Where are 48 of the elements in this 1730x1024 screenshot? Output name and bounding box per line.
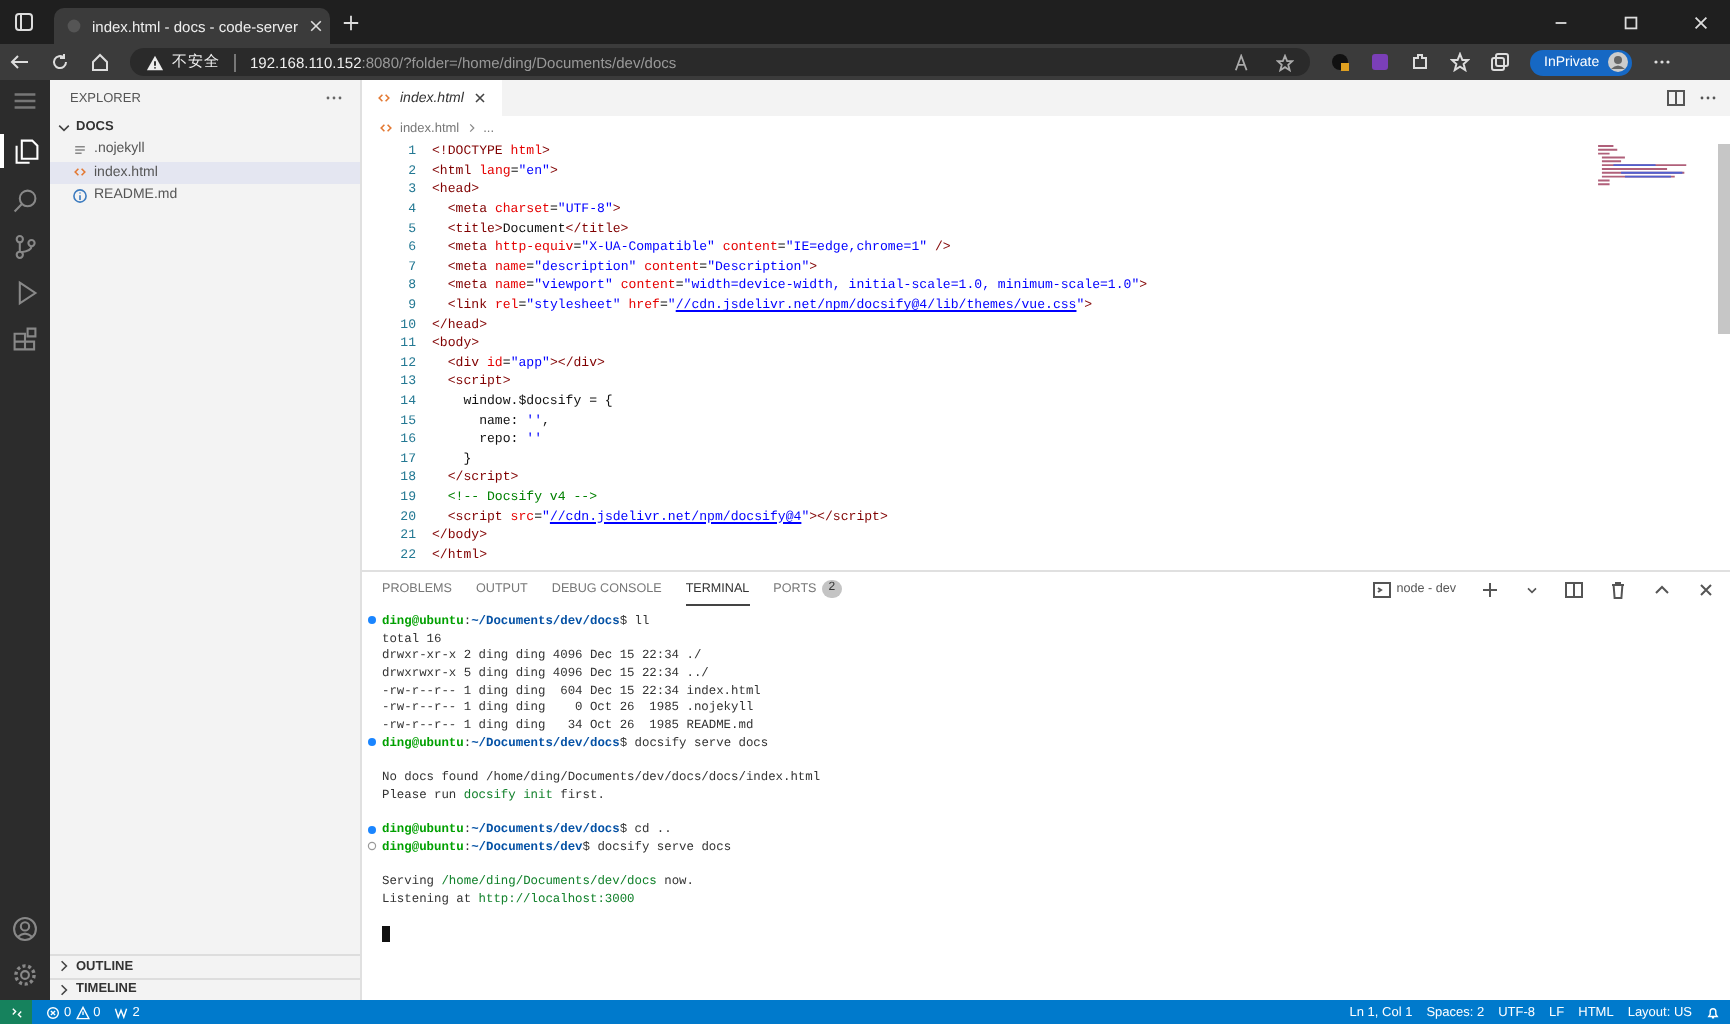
close-icon[interactable] xyxy=(1692,13,1710,31)
close-icon[interactable] xyxy=(307,18,324,34)
star-icon[interactable] xyxy=(1276,53,1294,71)
tab-actions-icon[interactable] xyxy=(14,12,34,32)
code-file-icon xyxy=(376,90,392,106)
source-control-icon[interactable] xyxy=(12,234,38,260)
split-editor-icon[interactable] xyxy=(1666,88,1686,108)
code-file-icon xyxy=(72,164,88,181)
notifications-icon[interactable] xyxy=(1706,1005,1720,1019)
command-status-icon[interactable] xyxy=(366,823,378,836)
remote-icon xyxy=(9,1005,23,1019)
extensions-icon[interactable] xyxy=(12,326,38,352)
code-file-icon xyxy=(378,120,394,136)
command-status-icon[interactable] xyxy=(366,736,378,749)
favorites-icon[interactable] xyxy=(1450,52,1470,72)
home-icon[interactable] xyxy=(90,52,110,72)
terminal-cursor xyxy=(382,925,390,942)
avatar-icon xyxy=(1607,52,1628,72)
extension-icon[interactable] xyxy=(1330,52,1350,72)
warning-icon xyxy=(75,1005,90,1019)
add-icon[interactable] xyxy=(1480,579,1500,599)
command-status-icon[interactable] xyxy=(366,840,378,853)
scrollbar-thumb[interactable] xyxy=(1718,144,1730,334)
collections-icon[interactable] xyxy=(1490,52,1510,72)
menu-icon[interactable] xyxy=(12,88,38,114)
favicon-icon xyxy=(66,18,82,34)
chevron-icon xyxy=(465,122,478,134)
warning-icon xyxy=(146,53,164,71)
trash-icon[interactable] xyxy=(1608,579,1628,599)
settings-icon[interactable] xyxy=(12,962,38,988)
read-aloud-icon[interactable] xyxy=(1234,53,1252,71)
close-icon[interactable] xyxy=(471,90,488,106)
ports-icon xyxy=(114,1005,129,1019)
text-file-icon xyxy=(72,141,88,158)
refresh-icon[interactable] xyxy=(50,52,70,72)
remote-button[interactable] xyxy=(0,1000,32,1024)
error-icon xyxy=(46,1005,60,1019)
command-status-icon[interactable] xyxy=(366,614,378,627)
new-tab-icon[interactable] xyxy=(342,13,360,31)
info-icon xyxy=(72,187,88,204)
split-terminal-icon[interactable] xyxy=(1564,579,1584,599)
account-icon[interactable] xyxy=(12,916,38,942)
close-icon[interactable] xyxy=(1696,579,1716,599)
search-icon[interactable] xyxy=(12,188,38,214)
terminal-icon xyxy=(1372,579,1393,599)
back-icon[interactable] xyxy=(10,52,30,72)
more-icon[interactable] xyxy=(324,94,344,102)
maximize-icon[interactable] xyxy=(1622,13,1640,31)
